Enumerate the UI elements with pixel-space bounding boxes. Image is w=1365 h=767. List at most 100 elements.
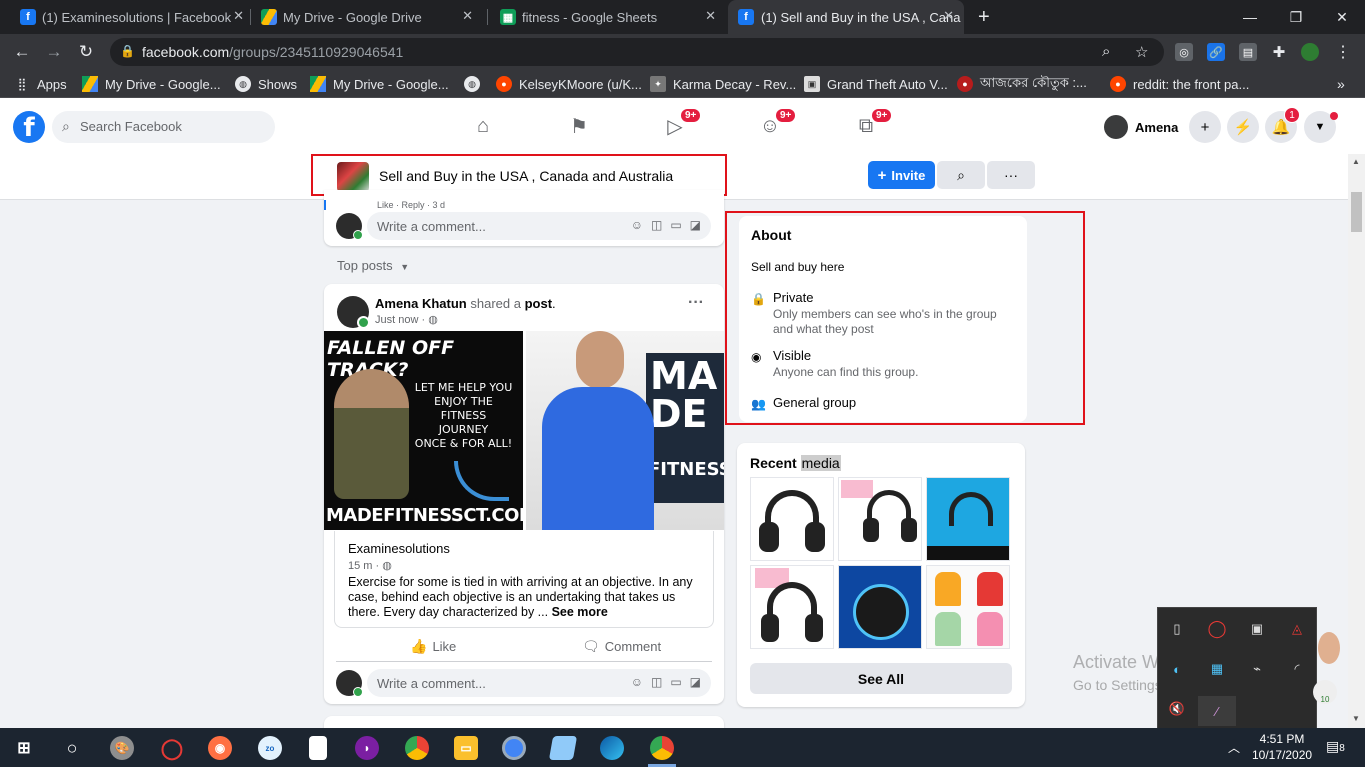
tray-chevron-up-icon[interactable]: ︿ — [1228, 739, 1240, 756]
home-icon[interactable]: ⌂ — [465, 108, 501, 144]
see-all-button[interactable]: See All — [750, 663, 1012, 694]
bookmark-shows[interactable]: ◍ Shows — [235, 75, 297, 93]
watch-video-icon[interactable]: ▷ 9+ — [657, 107, 703, 144]
scroll-thumb[interactable] — [1351, 192, 1362, 232]
group-search-icon[interactable]: ⌕ — [937, 161, 985, 189]
extensions-puzzle-icon[interactable]: ✚ — [1270, 43, 1288, 61]
wifi-icon[interactable]: ◜ — [1286, 658, 1308, 680]
groups-icon[interactable]: ☺ 9+ — [752, 107, 798, 144]
firefox-icon[interactable]: ◉ — [208, 736, 232, 760]
invite-button[interactable]: + Invite — [868, 161, 935, 189]
link-extension-icon[interactable]: 🔗 — [1207, 43, 1225, 61]
gif-icon[interactable]: ▭ — [670, 218, 681, 232]
emoji-icon[interactable]: ☺ — [631, 675, 643, 689]
author-avatar[interactable] — [337, 296, 370, 329]
new-tab-button[interactable]: + — [978, 6, 990, 29]
restore-icon[interactable]: ❐ — [1273, 0, 1319, 34]
floating-widget-icon[interactable]: 10 — [1313, 680, 1337, 704]
create-plus-icon[interactable]: + — [1189, 111, 1221, 143]
post-time[interactable]: Just now · — [375, 314, 425, 326]
edge-icon[interactable] — [600, 736, 624, 760]
opera-icon[interactable]: ◯ — [160, 736, 184, 760]
minimize-icon[interactable]: — — [1227, 0, 1273, 34]
opera-icon[interactable]: ◯ — [1206, 618, 1228, 640]
extension-icon[interactable]: ◎ — [1175, 43, 1193, 61]
power-icon[interactable]: ⌁ — [1246, 658, 1268, 680]
tab-sell-and-buy-group[interactable]: f (1) Sell and Buy in the USA , Cana ✕ — [728, 0, 964, 34]
media-thumbnail[interactable] — [750, 565, 834, 649]
clipboard-extension-icon[interactable]: ▤ — [1239, 43, 1257, 61]
shared-source-name[interactable]: Examinesolutions — [348, 541, 450, 556]
shared-post-preview[interactable]: Examinesolutions 15 m · ◍ Exercise for s… — [334, 531, 714, 628]
system-clock[interactable]: 4:51 PM 10/17/2020 — [1252, 731, 1312, 763]
network-share-icon[interactable]: ◐ — [1166, 658, 1188, 680]
close-icon[interactable]: ✕ — [233, 8, 244, 24]
close-window-icon[interactable]: ✕ — [1319, 0, 1365, 34]
media-thumbnail[interactable] — [838, 565, 922, 649]
media-thumbnail[interactable] — [750, 477, 834, 561]
see-more-link[interactable]: See more — [552, 605, 608, 619]
windows-start-icon[interactable]: ⊞ — [12, 736, 36, 760]
back-arrow-icon[interactable]: ← — [10, 40, 34, 64]
cortana-icon[interactable]: ○ — [60, 736, 84, 760]
comment-input[interactable]: Write a comment... ☺ ◫ ▭ ◪ — [367, 212, 711, 240]
bookmark-kelseykmoore[interactable]: ● KelseyKMoore (u/K... — [496, 75, 642, 93]
file-explorer-icon[interactable]: ▭ — [454, 736, 478, 760]
sort-top-posts[interactable]: Top posts ▼ — [337, 258, 409, 273]
pages-flag-icon[interactable]: ⚑ — [561, 108, 597, 144]
tab-fitness-sheets[interactable]: ▦ fitness - Google Sheets ✕ — [500, 0, 716, 34]
profile-link[interactable]: Amena — [1104, 114, 1178, 140]
chrome-active-icon[interactable] — [650, 736, 674, 760]
comment-input[interactable]: Write a comment... ☺ ◫ ▭ ◪ — [367, 669, 711, 697]
forward-arrow-icon[interactable]: → — [42, 40, 66, 64]
zoom-search-icon[interactable]: ⌕ — [1102, 43, 1110, 60]
camera-icon[interactable]: ◫ — [651, 218, 662, 232]
app-icon[interactable] — [548, 736, 578, 760]
bookmark-reddit-front[interactable]: ● reddit: the front pa... — [1110, 75, 1249, 93]
close-icon[interactable]: ✕ — [462, 8, 473, 24]
sticker-icon[interactable]: ◪ — [690, 218, 701, 232]
bookmark-star-icon[interactable]: ☆ — [1135, 43, 1148, 61]
post-image-fitness-ad[interactable]: FALLEN OFF TRACK? LET ME HELP YOU ENJOY … — [324, 331, 523, 530]
floating-avatar[interactable] — [1318, 632, 1340, 664]
display-icon[interactable]: ▣ — [1246, 618, 1268, 640]
bookmark-apps[interactable]: ⣿ Apps — [14, 75, 67, 93]
notifications-bell-icon[interactable]: 🔔 1 — [1265, 107, 1300, 143]
group-cover-thumbnail[interactable] — [337, 162, 369, 192]
bookmark-gta[interactable]: ▣ Grand Theft Auto V... — [804, 75, 948, 93]
bookmark-my-drive-1[interactable]: My Drive - Google... — [82, 75, 221, 93]
reload-icon[interactable]: ↻ — [74, 40, 98, 64]
paint-icon[interactable]: 🎨 — [110, 736, 134, 760]
tab-google-drive[interactable]: My Drive - Google Drive ✕ — [261, 0, 473, 34]
close-icon[interactable]: ✕ — [705, 8, 716, 24]
sticker-icon[interactable]: ◪ — [690, 675, 701, 689]
adobe-icon[interactable]: ◬ — [1286, 618, 1308, 640]
bookmarks-overflow-icon[interactable]: » — [1337, 75, 1345, 93]
camera-icon[interactable]: ◫ — [651, 675, 662, 689]
chromium-icon[interactable] — [502, 736, 526, 760]
bookmark-my-drive-2[interactable]: My Drive - Google... — [310, 75, 449, 93]
volume-muted-icon[interactable]: 🔇 — [1166, 698, 1188, 720]
gaming-icon[interactable]: ⧉ 9+ — [848, 107, 894, 144]
media-thumbnail[interactable] — [926, 565, 1010, 649]
app-tray-icon[interactable]: ▦ — [1206, 658, 1228, 680]
usb-drive-icon[interactable]: ▯ — [1166, 618, 1188, 640]
group-more-icon[interactable]: ··· — [987, 161, 1035, 189]
more-menu-icon[interactable]: ⋮ — [1334, 43, 1352, 61]
account-menu-chevron-icon[interactable]: ▼ — [1304, 111, 1338, 143]
facebook-logo-icon[interactable]: f — [13, 111, 45, 143]
zoho-icon[interactable]: zo — [258, 736, 282, 760]
close-icon[interactable]: ✕ — [943, 8, 954, 24]
profile-avatar-icon[interactable] — [1301, 43, 1319, 61]
notepad-icon[interactable] — [309, 736, 327, 760]
page-scrollbar[interactable]: ▲ ▼ — [1348, 154, 1365, 728]
media-thumbnail[interactable] — [838, 477, 922, 561]
search-input[interactable]: ⌕ Search Facebook — [52, 111, 275, 143]
like-button[interactable]: 👍 Like — [410, 636, 456, 656]
emoji-icon[interactable]: ☺ — [631, 218, 643, 232]
bookmark-karma-decay[interactable]: ✦ Karma Decay - Rev... — [650, 75, 796, 93]
author-name[interactable]: Amena Khatun — [375, 296, 467, 311]
post-options-icon[interactable]: ··· — [688, 294, 704, 312]
comment-button[interactable]: 🗨 Comment — [582, 636, 661, 656]
url-input[interactable]: 🔒 facebook.com/groups/2345110929046541 ⌕… — [110, 38, 1164, 66]
